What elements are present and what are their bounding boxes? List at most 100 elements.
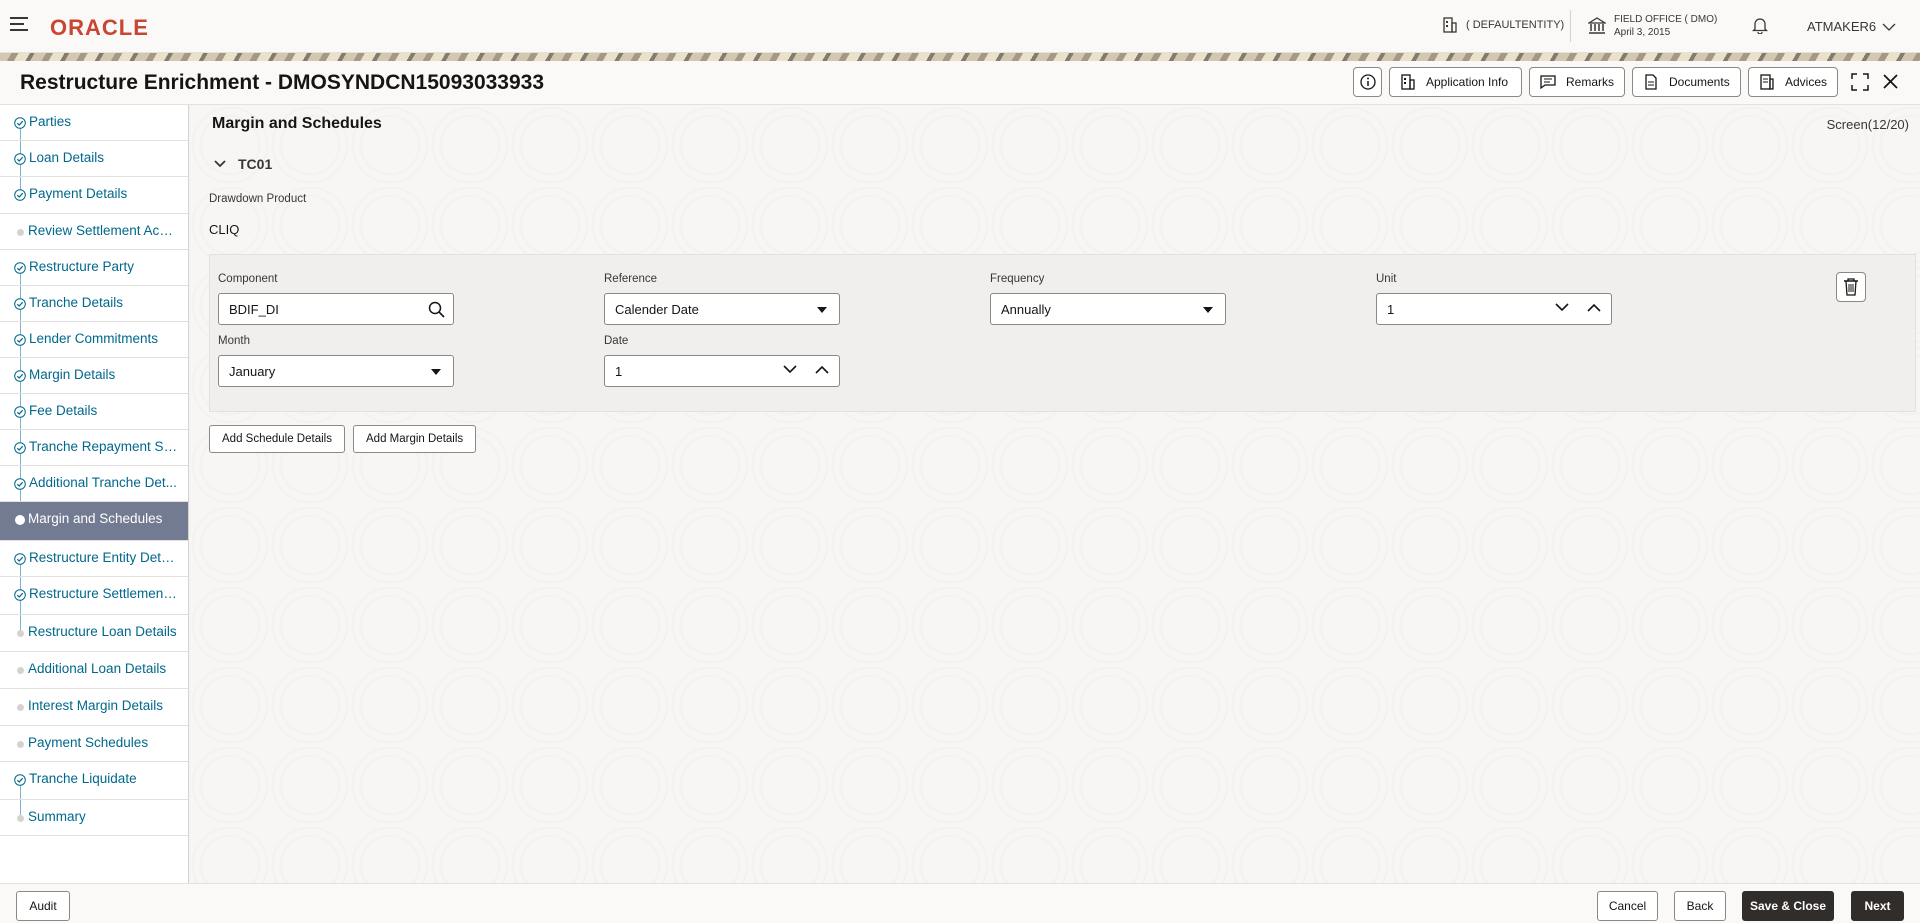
maximize-icon[interactable]	[1851, 73, 1869, 96]
advices-label: Advices	[1784, 75, 1827, 89]
pending-step-icon	[17, 630, 24, 637]
footer-bar: Audit Cancel Back Save & Close Next	[0, 883, 1920, 923]
sidebar-item-label: Restructure Settlement ...	[29, 586, 179, 601]
sidebar-item-restructure-entity-details[interactable]: Restructure Entity Details	[0, 541, 188, 577]
user-menu[interactable]: ATMAKER6	[1807, 19, 1896, 34]
notification-bell-icon[interactable]	[1751, 16, 1769, 39]
check-circle-icon	[14, 442, 26, 454]
cancel-button[interactable]: Cancel	[1597, 891, 1658, 921]
info-icon	[1359, 74, 1376, 90]
unit-stepper[interactable]: 1	[1376, 293, 1612, 325]
check-circle-icon	[14, 774, 26, 786]
caret-down-icon	[1203, 307, 1213, 313]
next-button[interactable]: Next	[1851, 891, 1904, 921]
sidebar-item-tranche-liquidate[interactable]: Tranche Liquidate	[0, 762, 188, 800]
screen-counter: Screen(12/20)	[1826, 117, 1909, 132]
drawdown-product-value: CLIQ	[209, 222, 240, 237]
check-circle-icon	[14, 153, 26, 165]
check-circle-icon	[14, 589, 26, 601]
sidebar-item-review-settlement-acco[interactable]: Review Settlement Acco...	[0, 214, 188, 250]
sidebar-item-label: Margin and Schedules	[28, 511, 163, 526]
drawdown-product-label: Drawdown Product	[209, 193, 307, 205]
sidebar-item-margin-and-schedules[interactable]: Margin and Schedules	[0, 502, 188, 541]
sidebar-item-label: Restructure Loan Details	[28, 624, 177, 639]
hamburger-menu-icon[interactable]	[10, 17, 28, 33]
check-circle-icon	[14, 262, 26, 274]
sidebar-item-payment-details[interactable]: Payment Details	[0, 177, 188, 214]
remarks-button[interactable]: Remarks	[1529, 67, 1625, 97]
bank-icon	[1588, 17, 1606, 34]
sidebar-item-fee-details[interactable]: Fee Details	[0, 394, 188, 430]
date-stepper[interactable]: 1	[604, 355, 840, 387]
sidebar-item-label: Review Settlement Acco...	[28, 223, 178, 238]
office-selector[interactable]: FIELD OFFICE ( DMO) April 3, 2015	[1588, 13, 1717, 39]
sidebar-item-tranche-repayment-sc[interactable]: Tranche Repayment Sc...	[0, 430, 188, 466]
sidebar-item-label: Margin Details	[29, 367, 116, 382]
check-circle-icon	[14, 406, 26, 418]
date-label: Date	[604, 335, 629, 347]
decorative-banner	[0, 53, 1920, 61]
check-circle-icon	[14, 117, 26, 129]
pending-step-icon	[17, 741, 24, 748]
add-margin-details-button[interactable]: Add Margin Details	[353, 425, 477, 453]
pending-step-icon	[17, 815, 24, 822]
sidebar-item-restructure-loan-details[interactable]: Restructure Loan Details	[0, 615, 188, 652]
sidebar-item-additional-loan-details[interactable]: Additional Loan Details	[0, 652, 188, 689]
pending-step-icon	[17, 704, 24, 711]
frequency-value: Annually	[1001, 301, 1051, 317]
current-step-icon	[15, 515, 25, 525]
application-info-button[interactable]: Application Info	[1389, 67, 1522, 97]
sidebar-item-additional-tranche-det[interactable]: Additional Tranche Det...	[0, 466, 188, 502]
advices-button[interactable]: Advices	[1748, 67, 1838, 97]
sidebar-item-tranche-details[interactable]: Tranche Details	[0, 286, 188, 322]
delete-row-button[interactable]	[1836, 272, 1866, 302]
office-date: April 3, 2015	[1614, 27, 1671, 38]
document-icon	[1645, 74, 1657, 90]
sidebar-item-label: Summary	[28, 809, 86, 824]
frequency-select[interactable]: Annually	[990, 293, 1226, 325]
caret-down-icon	[817, 307, 827, 313]
add-schedule-details-button[interactable]: Add Schedule Details	[209, 425, 345, 453]
info-button[interactable]	[1353, 67, 1382, 97]
reference-value: Calender Date	[615, 301, 699, 317]
sidebar-item-restructure-party[interactable]: Restructure Party	[0, 250, 188, 286]
entity-selector[interactable]: ( DEFAULTENTITY)	[1442, 17, 1564, 33]
sidebar-item-label: Lender Commitments	[29, 331, 159, 346]
sidebar-item-label: Restructure Entity Details	[29, 550, 179, 565]
back-button[interactable]: Back	[1674, 891, 1726, 921]
sidebar-item-payment-schedules[interactable]: Payment Schedules	[0, 726, 188, 762]
sidebar-item-margin-details[interactable]: Margin Details	[0, 358, 188, 394]
sidebar-item-restructure-settlement[interactable]: Restructure Settlement ...	[0, 577, 188, 615]
unit-label: Unit	[1376, 273, 1397, 285]
documents-button[interactable]: Documents	[1632, 67, 1741, 97]
chevron-down-icon	[1882, 23, 1896, 31]
close-icon[interactable]	[1883, 74, 1898, 94]
sidebar-item-label: Loan Details	[29, 150, 105, 165]
increment-chevron-icon[interactable]	[1587, 303, 1601, 312]
sidebar-item-summary[interactable]: Summary	[0, 800, 188, 836]
main-content: Margin and Schedules Screen(12/20) TC01 …	[190, 105, 1920, 883]
trash-icon	[1844, 278, 1858, 296]
sidebar-item-parties[interactable]: Parties	[0, 105, 188, 141]
search-icon[interactable]	[428, 301, 445, 321]
save-and-close-button[interactable]: Save & Close	[1742, 891, 1834, 921]
sidebar-item-label: Tranche Liquidate	[29, 771, 137, 786]
oracle-logo: ORACLE	[50, 15, 149, 40]
component-input[interactable]: BDIF_DI	[218, 293, 454, 325]
sidebar-item-interest-margin-details[interactable]: Interest Margin Details	[0, 689, 188, 726]
reference-select[interactable]: Calender Date	[604, 293, 840, 325]
date-value: 1	[615, 363, 623, 379]
sidebar-item-label: Additional Tranche Det...	[29, 475, 177, 490]
sidebar-item-lender-commitments[interactable]: Lender Commitments	[0, 322, 188, 358]
decrement-chevron-icon[interactable]	[1555, 303, 1569, 312]
sidebar-item-loan-details[interactable]: Loan Details	[0, 141, 188, 177]
section-title: Margin and Schedules	[212, 115, 382, 132]
decrement-chevron-icon[interactable]	[783, 365, 797, 374]
month-select[interactable]: January	[218, 355, 454, 387]
increment-chevron-icon[interactable]	[815, 365, 829, 374]
check-circle-icon	[14, 334, 26, 346]
tranche-label: TC01	[238, 156, 273, 172]
tranche-toggle[interactable]: TC01	[214, 156, 272, 172]
header-divider	[1570, 10, 1571, 42]
audit-button[interactable]: Audit	[16, 891, 70, 921]
